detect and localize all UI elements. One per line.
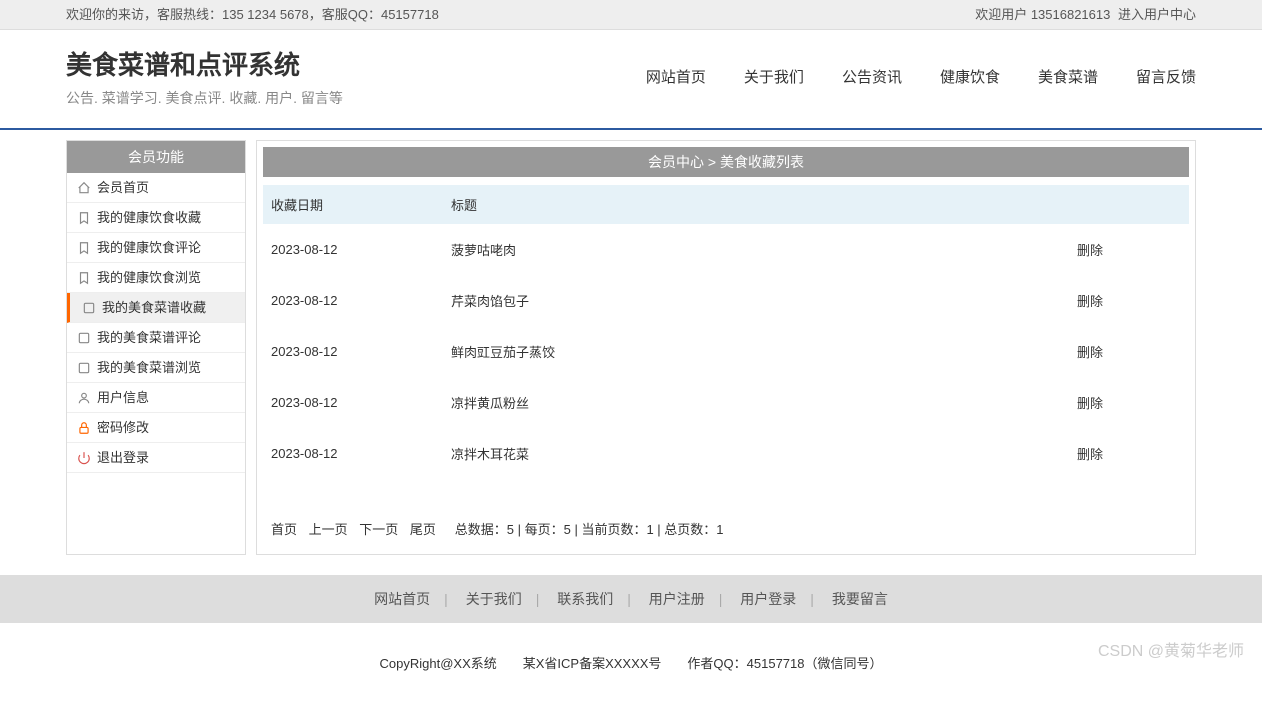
col-date-header: 收藏日期 (263, 185, 443, 224)
lock-icon (77, 421, 91, 435)
nav-news[interactable]: 公告资讯 (842, 66, 902, 87)
sidebar-item-label: 我的美食菜谱浏览 (97, 353, 201, 383)
sidebar-item-label: 我的健康饮食收藏 (97, 203, 201, 233)
topbar-left-text: 欢迎你的来访，客服热线：135 1234 5678，客服QQ：45157718 (66, 0, 439, 30)
footer-home[interactable]: 网站首页 (374, 591, 430, 607)
sidebar-item-4[interactable]: 我的美食菜谱收藏 (67, 293, 245, 323)
cell-title: 鲜肉豇豆茄子蒸饺 (443, 326, 1069, 377)
square-icon (82, 301, 96, 315)
delete-link[interactable]: 删除 (1077, 396, 1103, 411)
footer-contact[interactable]: 联系我们 (557, 591, 613, 607)
sidebar-item-7[interactable]: 用户信息 (67, 383, 245, 413)
pager-last[interactable]: 尾页 (410, 522, 436, 537)
table-row: 2023-08-12凉拌黄瓜粉丝删除 (263, 377, 1189, 428)
sidebar-item-6[interactable]: 我的美食菜谱浏览 (67, 353, 245, 383)
sidebar-item-5[interactable]: 我的美食菜谱评论 (67, 323, 245, 353)
footer-about[interactable]: 关于我们 (466, 591, 522, 607)
cell-action: 删除 (1069, 224, 1189, 275)
table-row: 2023-08-12菠萝咕咾肉删除 (263, 224, 1189, 275)
sidebar-item-1[interactable]: 我的健康饮食收藏 (67, 203, 245, 233)
nav-health[interactable]: 健康饮食 (940, 66, 1000, 87)
header-divider (0, 128, 1262, 130)
sidebar-item-label: 用户信息 (97, 383, 149, 413)
site-title: 美食菜谱和点评系统 (66, 45, 343, 82)
sidebar-item-3[interactable]: 我的健康饮食浏览 (67, 263, 245, 293)
site-brand: 美食菜谱和点评系统 公告. 菜谱学习. 美食点评. 收藏. 用户. 留言等 (66, 45, 343, 108)
table-row: 2023-08-12芹菜肉馅包子删除 (263, 275, 1189, 326)
sidebar-item-label: 我的健康饮食浏览 (97, 263, 201, 293)
footer-login[interactable]: 用户登录 (740, 591, 796, 607)
cell-action: 删除 (1069, 377, 1189, 428)
delete-link[interactable]: 删除 (1077, 243, 1103, 258)
delete-link[interactable]: 删除 (1077, 294, 1103, 309)
nav-recipe[interactable]: 美食菜谱 (1038, 66, 1098, 87)
pager-prev[interactable]: 上一页 (309, 522, 348, 537)
cell-date: 2023-08-12 (263, 377, 443, 428)
delete-link[interactable]: 删除 (1077, 345, 1103, 360)
favorites-table: 收藏日期 标题 2023-08-12菠萝咕咾肉删除2023-08-12芹菜肉馅包… (263, 185, 1189, 479)
home-icon (77, 181, 91, 195)
cell-action: 删除 (1069, 275, 1189, 326)
pager-next[interactable]: 下一页 (359, 522, 398, 537)
topbar: 欢迎你的来访，客服热线：135 1234 5678，客服QQ：45157718 … (0, 0, 1262, 30)
user-icon (77, 391, 91, 405)
cell-title: 菠萝咕咾肉 (443, 224, 1069, 275)
sidebar-item-label: 退出登录 (97, 443, 149, 473)
main-content: 会员中心 > 美食收藏列表 收藏日期 标题 2023-08-12菠萝咕咾肉删除2… (256, 140, 1196, 555)
topbar-right: 欢迎用户 13516821613 进入用户中心 (975, 0, 1196, 30)
square-icon (77, 331, 91, 345)
bookmark-icon (77, 241, 91, 255)
bookmark-icon (77, 271, 91, 285)
cell-title: 芹菜肉馅包子 (443, 275, 1069, 326)
main-nav: 网站首页 关于我们 公告资讯 健康饮食 美食菜谱 留言反馈 (646, 66, 1196, 87)
col-title-header: 标题 (443, 185, 1069, 224)
sidebar-item-label: 我的健康饮食评论 (97, 233, 201, 263)
welcome-user-text: 欢迎用户 13516821613 (975, 7, 1110, 22)
sidebar-item-label: 我的美食菜谱评论 (97, 323, 201, 353)
pager-info: 总数据：5 | 每页：5 | 当前页数：1 | 总页数：1 (455, 522, 724, 537)
footer-nav: 网站首页| 关于我们| 联系我们| 用户注册| 用户登录| 我要留言 (0, 575, 1262, 623)
header: 美食菜谱和点评系统 公告. 菜谱学习. 美食点评. 收藏. 用户. 留言等 网站… (66, 30, 1196, 128)
enter-user-center-link[interactable]: 进入用户中心 (1118, 7, 1196, 22)
sidebar: 会员功能 会员首页我的健康饮食收藏我的健康饮食评论我的健康饮食浏览我的美食菜谱收… (66, 140, 246, 555)
col-action-header (1069, 185, 1189, 224)
sidebar-item-0[interactable]: 会员首页 (67, 173, 245, 203)
sidebar-item-label: 会员首页 (97, 173, 149, 203)
breadcrumb: 会员中心 > 美食收藏列表 (263, 147, 1189, 177)
cell-action: 删除 (1069, 326, 1189, 377)
sidebar-item-8[interactable]: 密码修改 (67, 413, 245, 443)
table-row: 2023-08-12鲜肉豇豆茄子蒸饺删除 (263, 326, 1189, 377)
cell-date: 2023-08-12 (263, 275, 443, 326)
sidebar-item-9[interactable]: 退出登录 (67, 443, 245, 473)
cell-title: 凉拌木耳花菜 (443, 428, 1069, 479)
cell-date: 2023-08-12 (263, 326, 443, 377)
pagination: 首页 上一页 下一页 尾页 总数据：5 | 每页：5 | 当前页数：1 | 总页… (263, 509, 1189, 548)
nav-feedback[interactable]: 留言反馈 (1136, 66, 1196, 87)
sidebar-item-label: 密码修改 (97, 413, 149, 443)
nav-about[interactable]: 关于我们 (744, 66, 804, 87)
cell-date: 2023-08-12 (263, 224, 443, 275)
bookmark-icon (77, 211, 91, 225)
cell-date: 2023-08-12 (263, 428, 443, 479)
cell-action: 删除 (1069, 428, 1189, 479)
sidebar-item-label: 我的美食菜谱收藏 (102, 293, 206, 323)
site-subtitle: 公告. 菜谱学习. 美食点评. 收藏. 用户. 留言等 (66, 88, 343, 108)
delete-link[interactable]: 删除 (1077, 447, 1103, 462)
copyright: CopyRight@XX系统 某X省ICP备案XXXXX号 作者QQ：45157… (0, 623, 1262, 702)
table-row: 2023-08-12凉拌木耳花菜删除 (263, 428, 1189, 479)
footer-message[interactable]: 我要留言 (832, 591, 888, 607)
footer-register[interactable]: 用户注册 (649, 591, 705, 607)
sidebar-item-2[interactable]: 我的健康饮食评论 (67, 233, 245, 263)
power-icon (77, 451, 91, 465)
pager-first[interactable]: 首页 (271, 522, 297, 537)
sidebar-title: 会员功能 (67, 141, 245, 173)
square-icon (77, 361, 91, 375)
nav-home[interactable]: 网站首页 (646, 66, 706, 87)
cell-title: 凉拌黄瓜粉丝 (443, 377, 1069, 428)
